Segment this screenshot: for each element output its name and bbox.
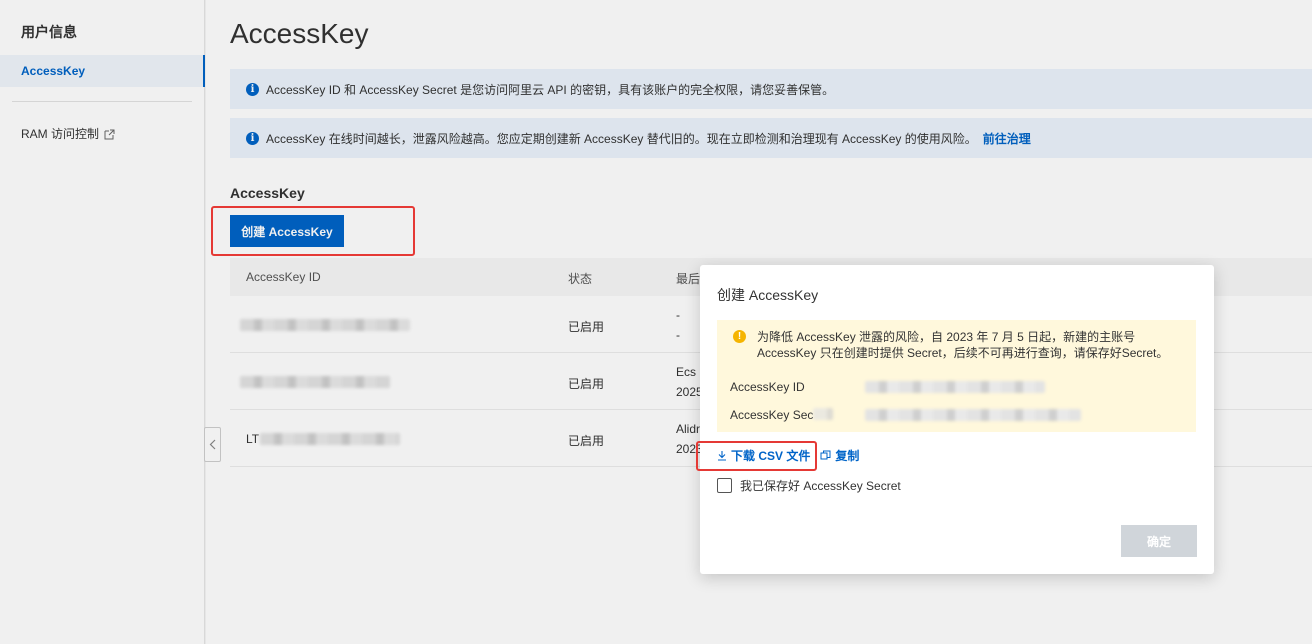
confirm-button[interactable]: 确定 — [1121, 525, 1197, 557]
masked-accesskey-secret-value — [865, 409, 1081, 421]
saved-secret-checkbox-row[interactable]: 我已保存好 AccessKey Secret — [717, 477, 901, 494]
copy-link[interactable]: 复制 — [820, 447, 859, 464]
warning-text: 为降低 AccessKey 泄露的风险，自 2023 年 7 月 5 日起，新建… — [757, 330, 1169, 360]
warning-box: ! 为降低 AccessKey 泄露的风险，自 2023 年 7 月 5 日起，… — [717, 320, 1196, 432]
warning-icon: ! — [733, 330, 746, 343]
saved-secret-label: 我已保存好 AccessKey Secret — [740, 479, 901, 493]
masked-label-tail — [813, 408, 833, 420]
accesskey-secret-label: AccessKey Sec — [730, 408, 814, 422]
dialog-title: 创建 AccessKey — [717, 287, 819, 303]
dialog-actions: 下载 CSV 文件 复制 — [717, 447, 859, 464]
download-csv-link[interactable]: 下载 CSV 文件 — [717, 447, 810, 464]
masked-accesskey-id-value — [865, 381, 1045, 393]
download-icon — [718, 451, 726, 461]
create-accesskey-dialog: 创建 AccessKey ! 为降低 AccessKey 泄露的风险，自 202… — [700, 265, 1214, 574]
download-csv-label: 下载 CSV 文件 — [731, 449, 811, 463]
saved-secret-checkbox[interactable] — [717, 478, 732, 493]
accesskey-id-label: AccessKey ID — [730, 380, 805, 394]
copy-label: 复制 — [835, 449, 860, 463]
copy-icon — [820, 450, 831, 460]
